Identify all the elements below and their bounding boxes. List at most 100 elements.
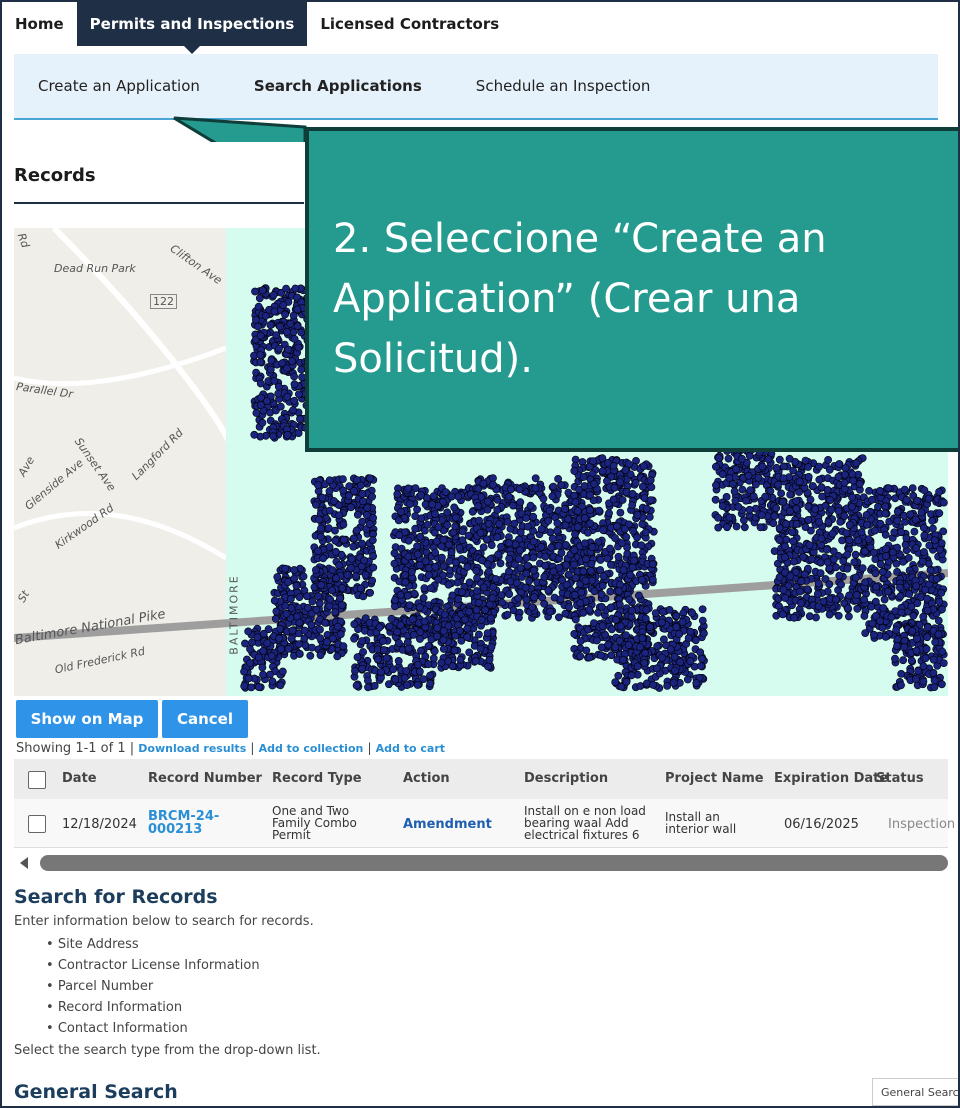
add-to-cart-link[interactable]: Add to cart xyxy=(376,742,445,755)
parcel-dot xyxy=(426,679,435,688)
horizontal-scrollbar[interactable] xyxy=(40,855,948,871)
parcel-dot xyxy=(571,498,580,507)
parcel-dot xyxy=(486,614,495,623)
parcel-dot xyxy=(487,643,496,651)
search-options-list: Site Address Contractor License Informat… xyxy=(46,934,260,1039)
parcel-dot xyxy=(311,500,320,509)
parcel-dot xyxy=(891,654,899,663)
parcel-dot xyxy=(775,536,784,544)
parcel-dot xyxy=(325,476,334,485)
record-number-link[interactable]: BRCM-24- 000213 xyxy=(148,810,219,836)
parcel-dot xyxy=(908,627,917,635)
parcel-dot xyxy=(289,406,297,415)
parcel-dot xyxy=(424,641,433,650)
parcel-dot xyxy=(316,625,324,634)
parcel-dot xyxy=(557,548,566,557)
parcel-dot xyxy=(351,572,360,580)
parcel-dot xyxy=(274,389,283,398)
parcel-dot xyxy=(845,591,853,600)
parcel-dot xyxy=(841,470,849,479)
parcel-dot xyxy=(813,590,822,598)
parcel-dot xyxy=(653,642,662,651)
parcel-dot xyxy=(570,546,579,555)
parcel-dot xyxy=(408,615,417,624)
parcel-dot xyxy=(893,642,901,650)
row-checkbox[interactable] xyxy=(28,815,46,833)
parcel-dot xyxy=(325,506,334,515)
col-action[interactable]: Action xyxy=(403,771,450,786)
parcel-dot xyxy=(251,287,259,296)
parcel-dot xyxy=(902,534,911,542)
parcel-dot xyxy=(295,593,304,601)
parcel-dot xyxy=(409,630,418,639)
parcel-dot xyxy=(758,462,767,471)
parcel-dot xyxy=(370,681,379,690)
parcel-dot xyxy=(616,478,624,486)
parcel-dot xyxy=(923,633,931,642)
parcel-dot xyxy=(403,681,411,689)
parcel-dot xyxy=(775,455,784,464)
show-on-map-button[interactable]: Show on Map xyxy=(16,700,158,738)
col-description[interactable]: Description xyxy=(524,771,608,786)
parcel-dot xyxy=(423,520,432,529)
col-record-type[interactable]: Record Type xyxy=(272,771,362,786)
parcel-dot xyxy=(476,644,485,653)
parcel-dot xyxy=(457,588,466,597)
parcel-dot xyxy=(641,528,650,537)
parcel-dot xyxy=(261,312,270,320)
parcel-dot xyxy=(272,607,281,616)
parcel-dot xyxy=(792,519,801,528)
map-label-route: 122 xyxy=(150,294,177,309)
parcel-dot xyxy=(454,492,463,501)
parcel-dot xyxy=(332,574,341,582)
parcel-dot xyxy=(844,604,852,613)
parcel-dot xyxy=(897,608,906,617)
parcel-dot xyxy=(628,501,637,510)
parcel-dot xyxy=(840,512,849,520)
col-project-name[interactable]: Project Name xyxy=(665,771,764,786)
parcel-dot xyxy=(437,542,446,551)
parcel-dot xyxy=(460,615,469,624)
parcel-dot xyxy=(614,552,623,561)
parcel-dot xyxy=(911,515,920,524)
parcel-dot xyxy=(546,607,554,616)
parcel-dot xyxy=(394,639,403,647)
parcel-dot xyxy=(547,543,556,552)
parcel-dot xyxy=(770,512,779,521)
parcel-dot xyxy=(888,548,897,557)
parcel-dot xyxy=(283,430,292,439)
col-status[interactable]: Status xyxy=(876,771,924,786)
parcel-dot xyxy=(416,532,425,541)
parcel-dot xyxy=(864,535,873,543)
cancel-button[interactable]: Cancel xyxy=(162,700,248,738)
parcel-dot xyxy=(906,510,915,519)
parcel-dot xyxy=(290,566,298,574)
list-item: Contractor License Information xyxy=(46,955,260,976)
download-results-link[interactable]: Download results xyxy=(138,742,246,755)
col-record-number[interactable]: Record Number xyxy=(148,771,262,786)
scroll-left-arrow-icon[interactable] xyxy=(20,857,28,869)
parcel-dot xyxy=(256,331,265,340)
col-date[interactable]: Date xyxy=(62,771,97,786)
records-divider xyxy=(14,202,304,204)
search-type-select[interactable]: General Search xyxy=(872,1078,958,1106)
parcel-dot xyxy=(404,536,413,545)
parcel-dot xyxy=(316,634,325,642)
amendment-link[interactable]: Amendment xyxy=(403,817,492,832)
parcel-dot xyxy=(805,541,814,549)
parcel-dot xyxy=(428,500,437,509)
parcel-dot xyxy=(816,569,825,577)
parcel-dot xyxy=(764,455,773,464)
select-all-checkbox[interactable] xyxy=(28,771,46,789)
parcel-dot xyxy=(523,561,532,570)
col-expiration-date[interactable]: Expiration Date xyxy=(774,771,888,786)
parcel-dot xyxy=(848,470,857,479)
parcel-dot xyxy=(503,517,512,526)
parcel-dot xyxy=(266,365,275,374)
add-to-collection-link[interactable]: Add to collection xyxy=(259,742,364,755)
parcel-dot xyxy=(368,576,377,585)
parcel-dot xyxy=(269,291,278,299)
parcel-dot xyxy=(401,570,410,579)
parcel-dot xyxy=(282,284,290,293)
parcel-dot xyxy=(396,621,405,630)
